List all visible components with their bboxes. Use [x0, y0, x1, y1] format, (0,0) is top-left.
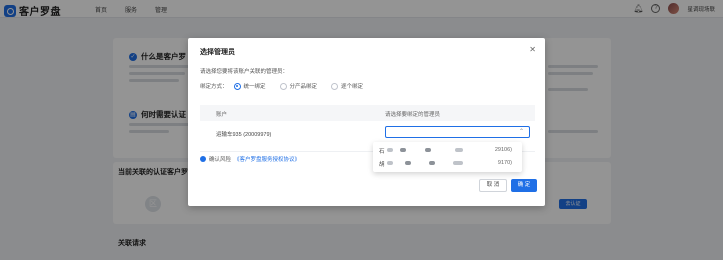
option-name: 胡 [379, 162, 385, 168]
radio-checked-icon [233, 82, 241, 90]
radio-unchecked-icon [279, 82, 287, 90]
admin-select[interactable]: ⌃ [385, 126, 530, 138]
option-number: 9170) [497, 160, 512, 166]
column-header-admin: 请选择要绑定的管理员 [385, 112, 441, 118]
bind-mode-label: 绑定方式： [200, 84, 228, 90]
bind-mode-radio-group: 统一绑定 分产品绑定 逐个绑定 [233, 82, 363, 90]
dropdown-option[interactable]: 胡 9170) [373, 157, 522, 169]
redacted-text [387, 161, 393, 165]
bind-mode-row: 绑定方式： 统一绑定 分产品绑定 逐个绑定 [200, 82, 363, 90]
radio-label: 统一绑定 [243, 84, 266, 90]
select-admin-dialog: 选择管理员 ✕ 请选择您要将该账户关联的管理员： 绑定方式： 统一绑定 分产品绑… [188, 38, 545, 206]
redacted-text [387, 148, 393, 152]
account-cell: 运输车935 (20009979) [216, 132, 272, 138]
dropdown-option[interactable]: 石 29106) [373, 144, 522, 156]
agreement-link[interactable]: 《客户罗盘服务授权协议》 [234, 155, 300, 163]
redacted-text [455, 148, 463, 152]
chevron-up-icon: ⌃ [518, 129, 524, 135]
option-name: 石 [379, 149, 385, 155]
radio-unified-bind[interactable]: 统一绑定 [233, 82, 266, 90]
close-icon[interactable]: ✕ [529, 45, 536, 54]
redacted-text [405, 161, 411, 165]
redacted-text [429, 161, 435, 165]
agreement-prefix: 确认风险 [209, 157, 232, 163]
agreement-note: 确认风险 《客户罗盘服务授权协议》 [200, 155, 300, 163]
radio-individual-bind[interactable]: 逐个绑定 [331, 82, 363, 90]
radio-by-product-bind[interactable]: 分产品绑定 [279, 82, 318, 90]
table-header: 账户 请选择要绑定的管理员 [200, 105, 535, 121]
confirm-button[interactable]: 确 定 [511, 179, 537, 192]
admin-dropdown-list: 石 29106) 胡 9170) [373, 142, 522, 172]
column-header-account: 账户 [216, 112, 228, 118]
radio-label: 分产品绑定 [289, 84, 318, 90]
redacted-text [425, 148, 431, 152]
option-number: 29106) [494, 147, 512, 153]
redacted-text [400, 148, 406, 152]
redacted-text [453, 161, 463, 165]
radio-label: 逐个绑定 [341, 84, 364, 90]
dialog-description: 请选择您要将该账户关联的管理员： [200, 69, 289, 75]
info-dot-icon [200, 156, 206, 162]
dialog-title: 选择管理员 [200, 49, 235, 56]
cancel-button[interactable]: 取 消 [479, 179, 507, 192]
radio-unchecked-icon [331, 82, 339, 90]
